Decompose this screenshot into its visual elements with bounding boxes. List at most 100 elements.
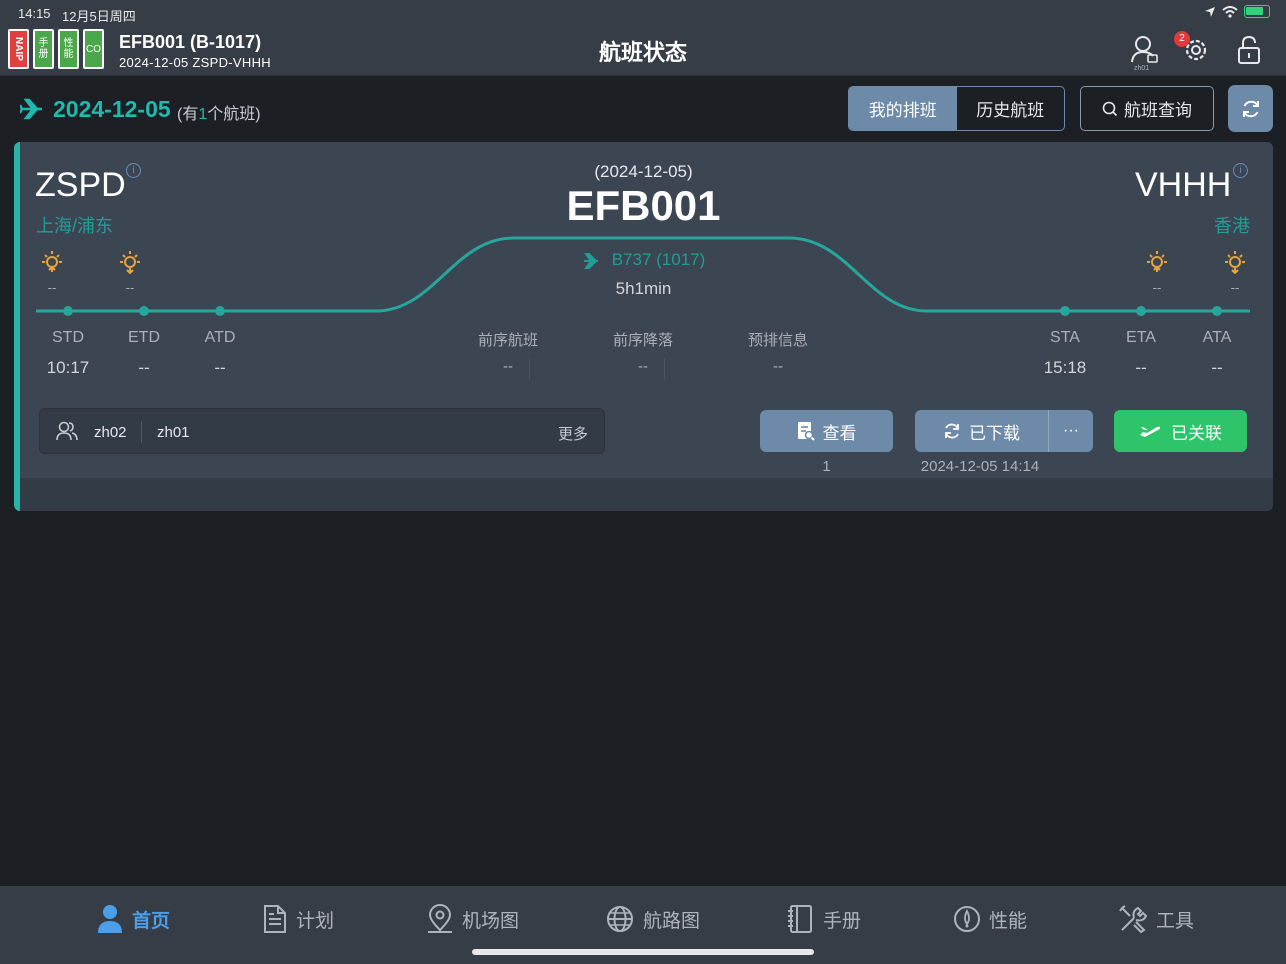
weather-sun-icon	[42, 251, 62, 272]
card-footer	[20, 478, 1273, 511]
date-toolbar: 2024-12-05 (有1个航班) 我的排班 历史航班 航班查询	[0, 76, 1286, 140]
weather-sun-icon	[1147, 251, 1167, 272]
ata-value: --	[1211, 358, 1223, 377]
view-button[interactable]: 查看	[760, 410, 893, 452]
flight-count-number: 1	[198, 106, 208, 123]
downloaded-button[interactable]: 已下载	[915, 410, 1048, 452]
aircraft-type: B737 (1017)	[14, 250, 1273, 270]
download-time: 2024-12-05 14:14	[920, 458, 1040, 475]
tab-airport-chart-label: 机场图	[462, 910, 520, 932]
tab-home[interactable]: 首页	[96, 902, 170, 936]
refresh-icon	[1242, 100, 1259, 117]
app-header: NAIP 手册 性能 CO EFB001 (B-1017) 2024-12-05…	[0, 26, 1286, 76]
sta-dot	[1060, 306, 1070, 316]
crew-panel[interactable]: zh02 zh01 更多	[39, 408, 605, 454]
sta-label: STA	[1050, 329, 1080, 346]
crew-member: zh02	[94, 424, 127, 441]
tab-airport-chart[interactable]: 机场图	[426, 902, 519, 936]
schedule-date[interactable]: 2024-12-05	[53, 96, 171, 123]
linked-label: 已关联	[1171, 423, 1222, 443]
status-time: 14:15	[18, 6, 51, 21]
info-divider	[664, 358, 665, 380]
tools-icon	[1119, 905, 1148, 934]
tab-my-schedule[interactable]: 我的排班	[849, 87, 957, 130]
tab-plan-label: 计划	[296, 910, 335, 932]
home-user-icon	[98, 905, 122, 933]
destination-weather-1: --	[1152, 280, 1162, 295]
flight-duration: 5h1min	[615, 279, 672, 298]
airplane-takeoff-icon	[1140, 426, 1160, 437]
destination-weather-2: --	[1230, 280, 1240, 295]
etd-value: --	[138, 358, 150, 377]
crew-member: zh01	[157, 424, 190, 441]
preschedule-info-label: 预排信息	[747, 332, 808, 349]
weather-sun-icon	[120, 251, 140, 274]
previous-flight-label: 前序航班	[477, 332, 538, 349]
crew-divider	[141, 421, 142, 443]
status-date: 12月5日周四	[62, 9, 136, 24]
flight-count: (有1个航班)	[177, 100, 261, 124]
document-icon	[264, 905, 286, 933]
globe-icon	[607, 906, 633, 932]
crew-users-icon	[56, 421, 78, 441]
document-view-icon	[797, 422, 815, 441]
tab-route-map-label: 航路图	[643, 910, 701, 932]
tab-home-label: 首页	[132, 910, 171, 932]
tab-performance-label: 性能	[989, 910, 1028, 932]
previous-landing-label: 前序降落	[612, 332, 673, 349]
atd-label: ATD	[204, 329, 236, 346]
page-title: 航班状态	[598, 40, 687, 65]
tab-manual-label: 手册	[823, 910, 862, 932]
atd-dot	[215, 306, 225, 316]
tab-route-map[interactable]: 航路图	[605, 902, 700, 936]
map-pin-icon	[428, 904, 452, 933]
sync-icon	[945, 423, 959, 439]
tab-history-flights[interactable]: 历史航班	[957, 87, 1065, 130]
etd-label: ETD	[128, 329, 160, 346]
info-divider	[529, 358, 530, 380]
sta-value: 15:18	[1043, 358, 1087, 377]
user-label: zh01	[1134, 65, 1150, 72]
weather-sun-icon	[1225, 251, 1245, 274]
flight-search-label: 航班查询	[1124, 101, 1192, 120]
search-icon	[1102, 101, 1118, 116]
lock-icon[interactable]	[1234, 34, 1264, 66]
battery-icon	[1244, 5, 1270, 18]
schedule-tabs: 我的排班 历史航班	[848, 86, 1065, 131]
refresh-button[interactable]	[1228, 85, 1273, 132]
flight-search-button[interactable]: 航班查询	[1080, 86, 1214, 131]
flight-count-prefix: (有	[177, 106, 199, 123]
status-bar: 14:15 12月5日周四	[0, 0, 1286, 26]
flight-count-suffix: 个航班)	[207, 106, 261, 123]
tab-performance[interactable]: 性能	[953, 902, 1027, 936]
origin-weather-2: --	[125, 280, 135, 295]
view-button-label: 查看	[822, 423, 857, 443]
download-more-button[interactable]: ···	[1049, 410, 1093, 452]
std-value: 10:17	[46, 358, 90, 377]
previous-flight-value: --	[503, 358, 513, 375]
user-icon[interactable]	[1130, 34, 1160, 66]
atd-value: --	[214, 358, 226, 377]
eta-dot	[1136, 306, 1146, 316]
etd-dot	[139, 306, 149, 316]
tab-tools[interactable]: 工具	[1118, 902, 1194, 936]
airplane-icon	[20, 98, 42, 120]
downloaded-label: 已下载	[969, 423, 1020, 443]
home-indicator	[472, 949, 814, 955]
download-button-group: 已下载 ···	[915, 410, 1093, 452]
ata-label: ATA	[1202, 329, 1232, 346]
system-indicators	[1204, 5, 1270, 18]
gauge-icon	[954, 906, 980, 932]
flight-profile-line	[36, 236, 1250, 316]
std-label: STD	[52, 329, 84, 346]
tab-plan[interactable]: 计划	[262, 902, 334, 936]
previous-landing-value: --	[638, 358, 648, 375]
manual-book-icon	[788, 905, 812, 933]
tab-manual[interactable]: 手册	[787, 902, 861, 936]
aircraft-type-label: B737 (1017)	[611, 250, 706, 269]
linked-button[interactable]: 已关联	[1114, 410, 1247, 452]
crew-more-link[interactable]: 更多	[558, 423, 588, 444]
ata-dot	[1212, 306, 1222, 316]
flight-card[interactable]: ZSPD i 上海/浦东 VHHH i 香港 (2024-12-05) EFB0…	[14, 142, 1273, 511]
std-dot	[63, 306, 73, 316]
